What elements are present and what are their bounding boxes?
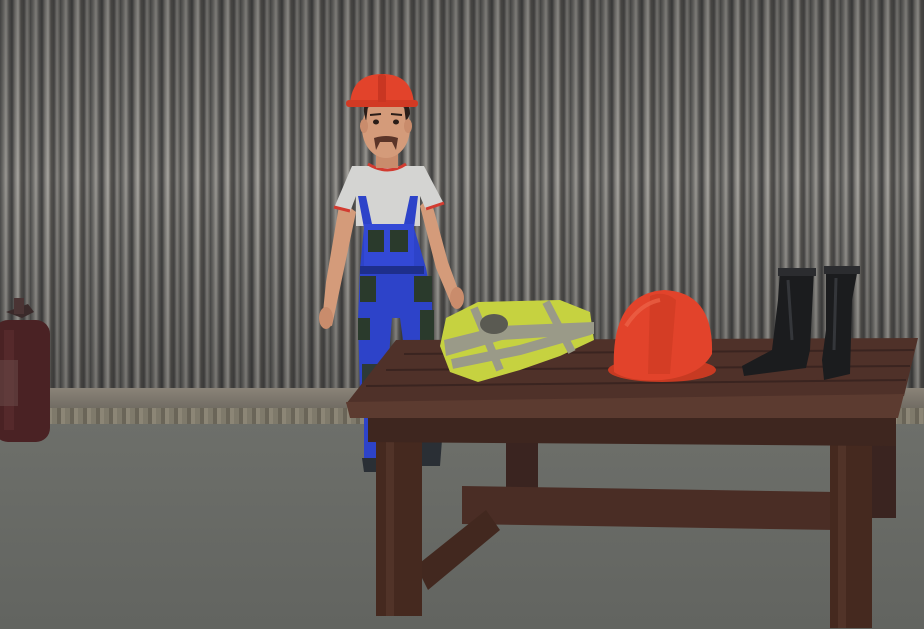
wooden-table[interactable]: [346, 338, 918, 628]
game-scene: [0, 0, 924, 629]
fire-extinguisher[interactable]: [0, 298, 50, 442]
scene-objects: [0, 74, 918, 628]
hard-hat[interactable]: [608, 290, 716, 382]
safety-boots[interactable]: [742, 266, 860, 380]
